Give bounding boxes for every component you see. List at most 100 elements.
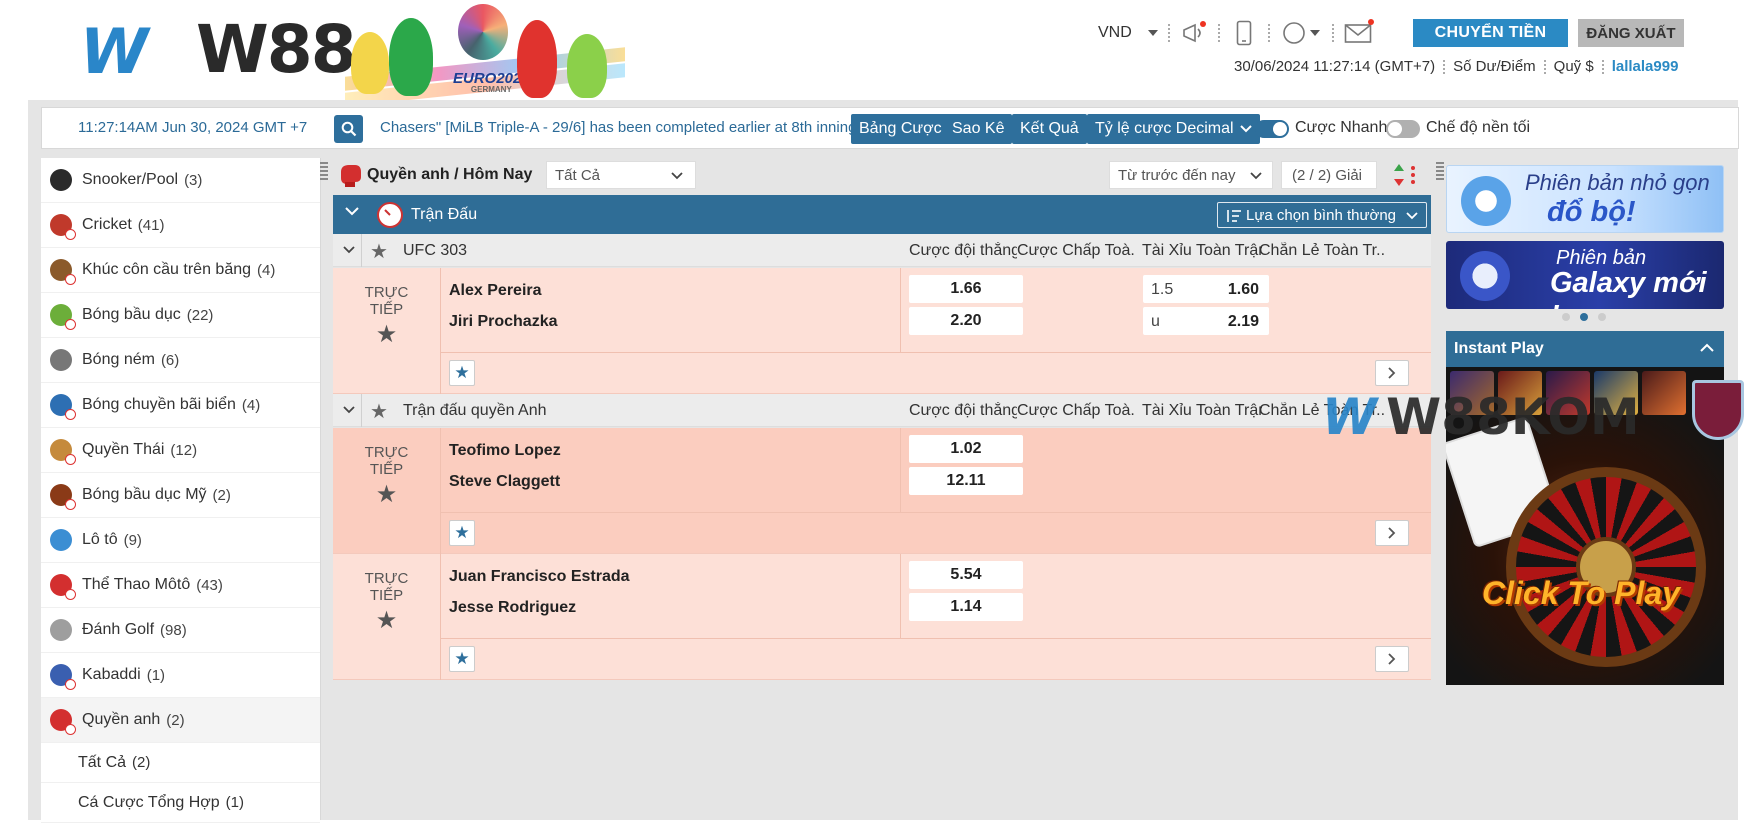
league-header-boxing[interactable]: ★ Trận đấu quyền Anh Cược đội thắng Cược… (333, 394, 1431, 427)
promo-banner-galaxy[interactable]: Phiên bản Galaxy mới ! (1446, 241, 1724, 309)
away-odds-button[interactable]: 12.11 (909, 467, 1023, 495)
over-odds-button[interactable]: 1.5 1.60 (1143, 275, 1269, 303)
sidebar-resize-handle[interactable] (320, 162, 328, 182)
username[interactable]: lallala999 (1612, 58, 1679, 75)
sidebar-sport-item[interactable]: Thể Thao Môtô (43) (41, 563, 320, 608)
watermark-logo: W W88KOM (1322, 388, 1640, 446)
sort-value: Từ trước đến nay (1118, 167, 1236, 184)
sidebar-sub-item[interactable]: Cá Cược Tổng Hợp (1) (41, 783, 320, 823)
away-team: Jesse Rodriguez (449, 599, 577, 616)
under-odds-button[interactable]: u 2.19 (1143, 307, 1269, 335)
carousel-dots[interactable] (1562, 313, 1606, 321)
transfer-button[interactable]: CHUYỂN TIỀN (1413, 19, 1568, 47)
sidebar-sport-item[interactable]: Kabaddi (1) (41, 653, 320, 698)
under-odds: 2.19 (1227, 313, 1259, 330)
euro-trophy-icon (458, 4, 508, 60)
view-mode-select[interactable]: Lựa chọn bình thường (1217, 202, 1427, 228)
promo-banner-compact[interactable]: Phiên bản nhỏ gọn đổ bộ! (1446, 165, 1724, 233)
favorite-star-icon[interactable]: ★ (333, 609, 440, 633)
league-header-ufc[interactable]: ★ UFC 303 Cược đội thắng Cược Chấp Toà..… (333, 234, 1431, 267)
sidebar-sport-item[interactable]: Quyền Thái (12) (41, 428, 320, 473)
sidebar-sport-item[interactable]: Snooker/Pool (3) (41, 158, 320, 203)
results-button[interactable]: Kết Quả (1012, 114, 1087, 144)
sport-count: (2) (166, 711, 185, 729)
toolbar: 11:27:14AM Jun 30, 2024 GMT +7 Chasers" … (41, 107, 1739, 149)
favorite-star-icon[interactable]: ★ (370, 239, 388, 264)
right-panel-resize-handle[interactable] (1436, 162, 1444, 182)
fund-link[interactable]: Quỹ $ (1554, 58, 1594, 75)
instant-play-title: Instant Play (1454, 340, 1544, 357)
away-odds-button[interactable]: 2.20 (909, 307, 1023, 335)
live-indicator: TRỰC TIẾP ★ (333, 268, 441, 394)
w88-logo[interactable]: W W88 (80, 17, 357, 83)
sidebar-sub-item[interactable]: Tất Cả (2) (41, 743, 320, 783)
home-odds-button[interactable]: 1.66 (909, 275, 1023, 303)
carousel-dot[interactable] (1562, 313, 1570, 321)
odds-format-dropdown[interactable]: Tỷ lệ cược Decimal (1087, 114, 1260, 144)
carousel-dot-active[interactable] (1580, 313, 1588, 321)
add-favorite-button[interactable]: ★ (449, 360, 475, 386)
more-markets-button[interactable] (1375, 360, 1409, 386)
sport-icon (50, 394, 76, 420)
quick-bet-toggle[interactable] (1255, 120, 1289, 138)
sidebar-sport-item[interactable]: Bóng ném (6) (41, 338, 320, 383)
language-icon[interactable] (1280, 19, 1322, 47)
click-to-play-label[interactable]: Click To Play (1482, 575, 1680, 612)
sort-select[interactable]: Từ trước đến nay (1109, 161, 1273, 189)
statement-button[interactable]: Sao Kê (944, 114, 1013, 144)
live-clock-icon (65, 274, 76, 285)
instant-play-header[interactable]: Instant Play (1446, 331, 1724, 367)
home-odds-button[interactable]: 1.02 (909, 435, 1023, 463)
mobile-icon[interactable] (1230, 19, 1258, 47)
game-thumb[interactable] (1642, 371, 1686, 415)
match-section-bar[interactable]: Trận Đấu Lựa chọn bình thường (333, 195, 1431, 234)
live-label: TRỰC TIẾP (364, 444, 409, 478)
megaphone-icon[interactable] (1180, 19, 1208, 47)
carousel-dot[interactable] (1598, 313, 1606, 321)
search-button[interactable] (334, 115, 363, 143)
odds-format-label: Tỷ lệ cược Decimal (1095, 120, 1234, 137)
sidebar-sport-item[interactable]: Lô tô (9) (41, 518, 320, 563)
favorite-star-icon[interactable]: ★ (370, 399, 388, 424)
sidebar-sport-item[interactable]: Cricket (41) (41, 203, 320, 248)
more-markets-button[interactable] (1375, 646, 1409, 672)
bet-list-button[interactable]: Bảng Cược (851, 114, 950, 144)
chevron-down-icon (345, 207, 359, 216)
boxing-glove-icon (341, 165, 361, 187)
balance-link[interactable]: Số Dư/Điểm (1453, 58, 1536, 75)
watermark-w-icon: W (1322, 388, 1377, 446)
header-datetime: 30/06/2024 11:27:14 (GMT+7) (1234, 58, 1436, 75)
favorite-star-icon[interactable]: ★ (333, 483, 440, 507)
sidebar-sport-item[interactable]: Khúc côn cầu trên băng (4) (41, 248, 320, 293)
sidebar-sport-item[interactable]: Quyền anh (2) (41, 698, 320, 743)
mail-icon[interactable] (1344, 19, 1374, 47)
add-favorite-button[interactable]: ★ (449, 520, 475, 546)
league-count: (2 / 2) Giải (1281, 161, 1377, 189)
sidebar-sport-item[interactable]: Bóng chuyền bãi biển (4) (41, 383, 320, 428)
view-mode-value: Lựa chọn bình thường (1246, 207, 1397, 224)
add-favorite-button[interactable]: ★ (449, 646, 475, 672)
sport-count: (4) (241, 396, 261, 414)
dark-mode-toggle[interactable] (1386, 120, 1420, 138)
sort-arrows-icon[interactable] (1391, 162, 1421, 188)
currency-select[interactable]: VND (1098, 24, 1158, 42)
news-ticker[interactable]: Chasers" [MiLB Triple-A - 29/6] has been… (380, 119, 880, 136)
live-clock-icon (65, 409, 76, 420)
sidebar-sport-item[interactable]: Đánh Golf (98) (41, 608, 320, 653)
stopwatch-icon (377, 202, 403, 228)
sport-icon (50, 304, 76, 330)
live-indicator: TRỰC TIẾP ★ (333, 428, 441, 554)
sport-count: (6) (160, 351, 180, 369)
sport-count: (12) (170, 441, 198, 459)
more-markets-button[interactable] (1375, 520, 1409, 546)
sport-icon (50, 664, 76, 690)
match-row: TRỰC TIẾP ★ Juan Francisco Estrada Jesse… (333, 554, 1431, 680)
sidebar-sport-item[interactable]: Bóng bầu dục Mỹ (2) (41, 473, 320, 518)
logout-button[interactable]: ĐĂNG XUẤT (1578, 19, 1684, 47)
home-odds-button[interactable]: 5.54 (909, 561, 1023, 589)
favorite-star-icon[interactable]: ★ (333, 323, 440, 347)
away-odds-button[interactable]: 1.14 (909, 593, 1023, 621)
main-header: Quyền anh / Hôm Nay Tất Cả Từ trước đến … (333, 158, 1433, 192)
market-filter-select[interactable]: Tất Cả (546, 161, 696, 189)
sidebar-sport-item[interactable]: Bóng bầu dục (22) (41, 293, 320, 338)
